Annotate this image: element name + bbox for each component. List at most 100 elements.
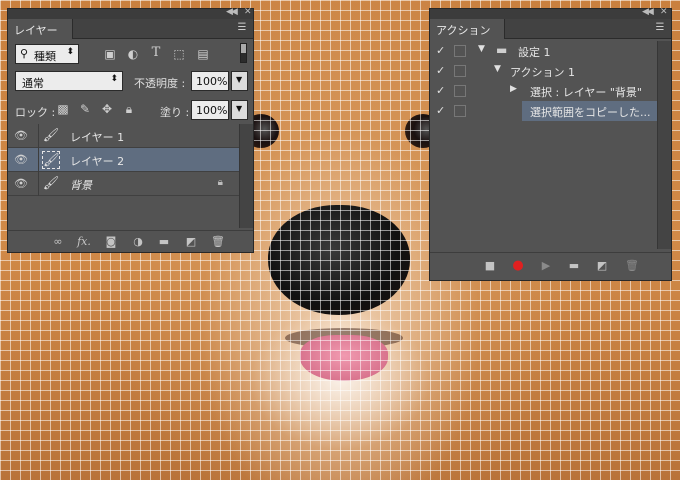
divider [38, 124, 39, 148]
action-set-row[interactable]: ✓ ▼ ▬ 設定 1 [430, 41, 669, 61]
record-icon[interactable]: ● [510, 259, 526, 273]
layer-name[interactable]: 背景 [70, 177, 92, 193]
action-step-row-selected[interactable]: ✓ 選択範囲をコピーした... [430, 101, 669, 121]
lock-all-icon[interactable]: 🔒︎ [122, 102, 136, 116]
opacity-field[interactable]: 100% [191, 71, 229, 91]
eye-icon[interactable]: 👁︎ [14, 177, 28, 190]
action-step-name[interactable]: 選択範囲をコピーした... [530, 104, 651, 120]
dialog-toggle[interactable] [454, 105, 466, 117]
chevron-down-icon[interactable]: ▼ [478, 44, 485, 54]
tab-layers[interactable]: レイヤー [8, 19, 73, 39]
action-set-name[interactable]: 設定 1 [518, 44, 551, 60]
row-name-area: ▶ 選択 : レイヤー "背景" [472, 81, 669, 101]
dialog-toggle[interactable] [454, 45, 466, 57]
brush-icon: 🖌︎ [42, 176, 60, 191]
check-icon[interactable]: ✓ [436, 44, 445, 57]
layer-row[interactable]: 👁︎ 🖌︎ レイヤー 1 [8, 124, 239, 148]
blend-mode-value: 通常 [22, 77, 44, 90]
collapse-icon[interactable]: ◀◀ [226, 7, 238, 17]
new-action-icon[interactable]: ◩ [594, 259, 610, 273]
mask-icon[interactable]: ◙ [103, 235, 119, 249]
group-icon[interactable]: ▬ [156, 235, 172, 249]
lock-position-icon[interactable]: ✥ [100, 102, 114, 116]
brush-icon: 🖌︎ [42, 128, 60, 143]
trash-icon[interactable]: 🗑︎ [210, 235, 226, 249]
layer-name[interactable]: レイヤー 2 [70, 153, 124, 169]
shape-filter-icon[interactable]: ⬚ [172, 47, 186, 61]
close-icon[interactable]: ✕ [660, 7, 668, 17]
trash-icon[interactable]: 🗑︎ [624, 259, 640, 273]
chevron-down-icon: ▼ [236, 104, 243, 113]
layers-list: 👁︎ 🖌︎ レイヤー 1 👁︎ 🖌︎ レイヤー 2 👁︎ 🖌︎ 背景 🔒︎ [8, 124, 239, 228]
eye-icon[interactable]: 👁︎ [14, 129, 28, 142]
lock-image-pixels-icon[interactable]: ✎ [78, 102, 92, 116]
fill-value: 100% [196, 104, 228, 117]
actions-panel: ◀◀ ✕ アクション ☰ ✓ ▼ ▬ 設定 1 ✓ ▼ アクション 1 ✓ ▶ … [429, 7, 672, 281]
layers-panel: ◀◀ ✕ レイヤー ☰ ⚲ 種類 ⬍ ▣ ◐ T ⬚ ▤ 通常 ⬍ 不透明度 :… [7, 7, 254, 253]
action-step-name[interactable]: 選択 : レイヤー "背景" [530, 84, 642, 100]
opacity-value: 100% [196, 75, 228, 88]
layer-name[interactable]: レイヤー 1 [70, 129, 124, 145]
row-name-area: ▼ ▬ 設定 1 [472, 41, 669, 61]
new-set-icon[interactable]: ▬ [566, 259, 582, 273]
smart-object-filter-icon[interactable]: ▤ [196, 47, 210, 61]
row-name-area: 選択範囲をコピーした... [522, 101, 669, 121]
panel-menu-icon[interactable]: ☰ [235, 22, 249, 34]
actions-scrollbar[interactable] [657, 41, 671, 249]
blend-mode-dropdown[interactable]: 通常 ⬍ [15, 71, 123, 91]
new-layer-icon[interactable]: ◩ [183, 235, 199, 249]
tab-actions[interactable]: アクション [430, 19, 506, 39]
layer-row[interactable]: 👁︎ 🖌︎ 背景 🔒︎ [8, 172, 239, 196]
action-name[interactable]: アクション 1 [510, 64, 575, 80]
fill-slider-button[interactable]: ▼ [231, 100, 248, 120]
layers-tab-row: レイヤー ☰ [8, 19, 253, 39]
chevron-right-icon[interactable]: ▶ [510, 84, 517, 94]
layer-filter-dropdown[interactable]: ⚲ 種類 ⬍ [15, 44, 79, 64]
actions-list: ✓ ▼ ▬ 設定 1 ✓ ▼ アクション 1 ✓ ▶ 選択 : レイヤー "背景… [430, 41, 669, 249]
link-icon[interactable]: ∞ [50, 235, 66, 249]
action-step-row[interactable]: ✓ ▶ 選択 : レイヤー "背景" [430, 81, 669, 101]
folder-icon: ▬ [496, 43, 508, 57]
chevron-down-icon: ▼ [236, 75, 243, 84]
dialog-toggle[interactable] [454, 65, 466, 77]
divider [38, 172, 39, 196]
row-name-area: ▼ アクション 1 [472, 61, 669, 81]
actions-panel-topbar[interactable]: ◀◀ ✕ [430, 7, 671, 19]
filter-toggle-switch[interactable] [240, 43, 247, 63]
panel-menu-icon[interactable]: ☰ [653, 22, 667, 34]
check-icon[interactable]: ✓ [436, 84, 445, 97]
layer-row-selected[interactable]: 👁︎ 🖌︎ レイヤー 2 [8, 148, 239, 172]
actions-footer: ■ ● ▶ ▬ ◩ 🗑︎ [430, 252, 671, 280]
lock-label: ロック : [15, 106, 56, 119]
check-icon[interactable]: ✓ [436, 64, 445, 77]
image-filter-icon[interactable]: ▣ [103, 47, 117, 61]
collapse-icon[interactable]: ◀◀ [642, 7, 654, 17]
layers-panel-topbar[interactable]: ◀◀ ✕ [8, 7, 253, 19]
dialog-toggle[interactable] [454, 85, 466, 97]
eye-icon[interactable]: 👁︎ [14, 153, 28, 166]
action-row[interactable]: ✓ ▼ アクション 1 [430, 61, 669, 81]
adjustment-filter-icon[interactable]: ◐ [126, 47, 140, 61]
fill-label: 塗り : [160, 106, 190, 119]
opacity-label: 不透明度 : [134, 77, 186, 90]
stop-icon[interactable]: ■ [482, 259, 498, 273]
check-icon[interactable]: ✓ [436, 104, 445, 117]
divider [38, 148, 39, 172]
adjustment-icon[interactable]: ◑ [130, 235, 146, 249]
play-icon[interactable]: ▶ [538, 259, 554, 273]
fx-icon[interactable]: fx. [76, 235, 92, 249]
fill-field[interactable]: 100% [191, 100, 229, 120]
layers-scrollbar[interactable] [239, 124, 253, 228]
brush-icon: 🖌︎ [42, 151, 60, 169]
search-icon: ⚲ [20, 47, 29, 60]
lock-transparent-pixels-icon[interactable]: ▩ [56, 102, 70, 116]
chevron-down-icon[interactable]: ▼ [494, 64, 501, 74]
lock-icon: 🔒︎ [217, 177, 223, 188]
type-filter-icon[interactable]: T [149, 46, 163, 60]
actions-tab-row: アクション ☰ [430, 19, 671, 39]
dropdown-arrows-icon: ⬍ [66, 47, 74, 57]
close-icon[interactable]: ✕ [244, 7, 252, 17]
dropdown-arrows-icon: ⬍ [110, 74, 118, 84]
opacity-slider-button[interactable]: ▼ [231, 71, 248, 91]
layers-footer: ∞ fx. ◙ ◑ ▬ ◩ 🗑︎ [8, 230, 253, 252]
